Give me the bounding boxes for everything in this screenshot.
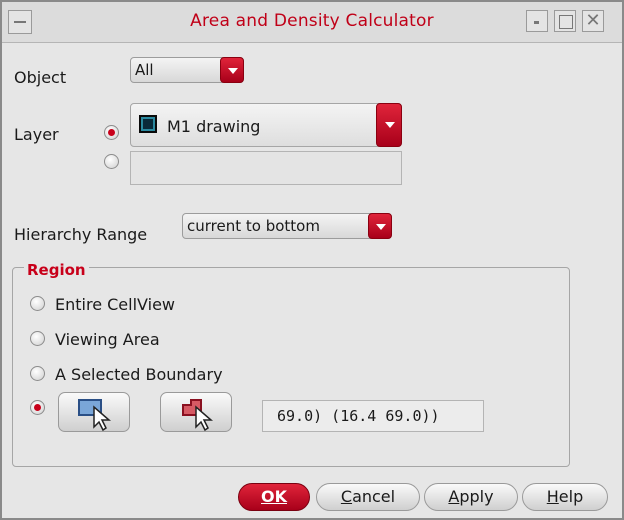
apply-button[interactable]: Apply	[424, 483, 518, 511]
help-button-rest: elp	[558, 487, 584, 506]
help-button[interactable]: Help	[522, 483, 608, 511]
maximize-icon[interactable]	[554, 10, 576, 32]
title-bar[interactable]: Area and Density Calculator ✕	[2, 2, 622, 43]
select-rectangle-icon	[78, 399, 112, 432]
object-dropdown[interactable]: All	[130, 57, 244, 83]
viewing-area-label: Viewing Area	[55, 330, 160, 349]
viewing-area-radio[interactable]	[30, 331, 45, 346]
object-label: Object	[14, 68, 67, 87]
chevron-down-icon[interactable]	[376, 103, 402, 147]
chevron-down-icon[interactable]	[368, 213, 392, 239]
select-rectangle-button[interactable]	[58, 392, 130, 432]
select-polygon-button[interactable]	[160, 392, 232, 432]
apply-button-mnemonic: A	[448, 487, 460, 506]
layer-dropdown-value: M1 drawing	[167, 117, 261, 136]
selected-boundary-radio[interactable]	[30, 366, 45, 381]
help-button-mnemonic: H	[546, 487, 559, 506]
object-dropdown-value: All	[135, 61, 154, 79]
region-title: Region	[24, 261, 89, 279]
chevron-down-icon[interactable]	[220, 57, 244, 83]
hierarchy-range-label: Hierarchy Range	[14, 225, 148, 244]
cancel-button-mnemonic: C	[340, 487, 353, 506]
entire-cellview-label: Entire CellView	[55, 295, 175, 314]
coordinates-radio[interactable]	[30, 400, 45, 415]
coordinates-field[interactable]: 69.0) (16.4 69.0))	[262, 400, 484, 432]
hierarchy-range-dropdown[interactable]: current to bottom	[182, 213, 392, 239]
ok-button[interactable]: OK	[238, 483, 310, 511]
close-icon[interactable]: ✕	[582, 10, 604, 32]
ok-button-mnemonic: OK	[261, 487, 287, 506]
layer-label: Layer	[14, 125, 59, 144]
layer-select-radio[interactable]	[104, 125, 119, 140]
apply-button-rest: pply	[459, 487, 494, 506]
layer-text-radio[interactable]	[104, 154, 119, 169]
layer-swatch-icon	[139, 115, 157, 133]
cancel-button[interactable]: Cancel	[316, 483, 420, 511]
select-polygon-icon	[182, 399, 214, 432]
entire-cellview-radio[interactable]	[30, 296, 45, 311]
cancel-button-rest: ancel	[352, 487, 396, 506]
layer-text-field[interactable]	[130, 151, 402, 185]
hierarchy-range-value: current to bottom	[187, 217, 320, 235]
dialog-window: Area and Density Calculator ✕ Object All…	[0, 0, 624, 520]
layer-dropdown[interactable]: M1 drawing	[130, 103, 402, 147]
minimize-icon[interactable]	[526, 10, 548, 32]
selected-boundary-label: A Selected Boundary	[55, 365, 223, 384]
